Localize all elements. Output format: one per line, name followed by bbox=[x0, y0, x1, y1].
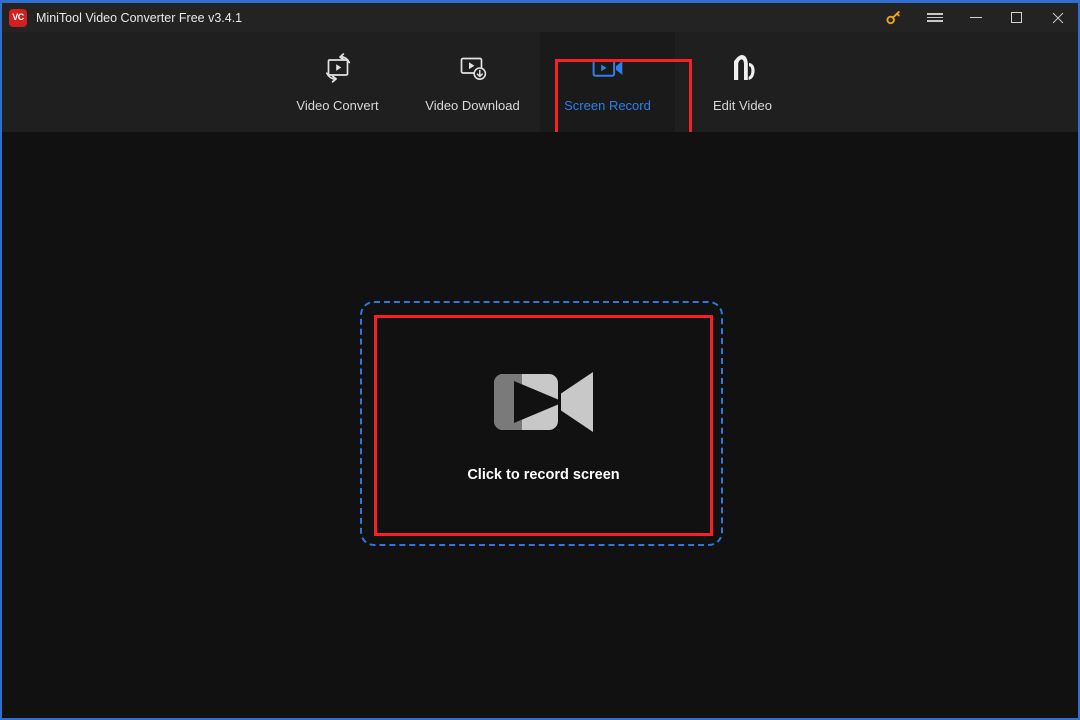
screen-record-icon bbox=[591, 51, 625, 85]
tab-edit-video[interactable]: Edit Video bbox=[675, 32, 810, 132]
app-title: MiniTool Video Converter Free v3.4.1 bbox=[36, 11, 242, 25]
tab-video-convert[interactable]: Video Convert bbox=[270, 32, 405, 132]
maximize-button[interactable] bbox=[996, 3, 1037, 32]
hamburger-menu-button[interactable] bbox=[914, 3, 955, 32]
minimize-icon bbox=[970, 17, 982, 19]
screen-record-dropzone[interactable]: Click to record screen bbox=[360, 301, 723, 546]
tab-screen-record[interactable]: Screen Record bbox=[540, 32, 675, 132]
main-navigation: Video Convert Video Download bbox=[2, 32, 1078, 132]
tab-label: Screen Record bbox=[564, 98, 651, 113]
app-logo-text: VC bbox=[12, 13, 24, 22]
main-stage: Click to record screen bbox=[2, 132, 1078, 718]
window-controls bbox=[873, 3, 1078, 32]
close-button[interactable] bbox=[1037, 3, 1078, 32]
record-screen-button[interactable]: Click to record screen bbox=[377, 318, 710, 533]
close-icon bbox=[1051, 11, 1065, 25]
app-window: VC MiniTool Video Converter Free v3.4.1 bbox=[0, 0, 1080, 720]
video-download-icon bbox=[456, 51, 490, 85]
register-key-button[interactable] bbox=[873, 3, 914, 32]
hamburger-menu-icon bbox=[927, 11, 943, 24]
app-logo-icon: VC bbox=[9, 9, 27, 27]
record-prompt-label: Click to record screen bbox=[467, 467, 619, 483]
tab-label: Video Download bbox=[425, 98, 519, 113]
tab-label: Video Convert bbox=[296, 98, 378, 113]
edit-video-icon bbox=[726, 51, 760, 85]
title-bar: VC MiniTool Video Converter Free v3.4.1 bbox=[2, 3, 1078, 32]
tab-video-download[interactable]: Video Download bbox=[405, 32, 540, 132]
key-icon bbox=[885, 9, 902, 26]
tab-label: Edit Video bbox=[713, 98, 772, 113]
maximize-icon bbox=[1011, 12, 1022, 23]
video-camera-icon bbox=[492, 368, 596, 441]
minimize-button[interactable] bbox=[955, 3, 996, 32]
video-convert-icon bbox=[321, 51, 355, 85]
